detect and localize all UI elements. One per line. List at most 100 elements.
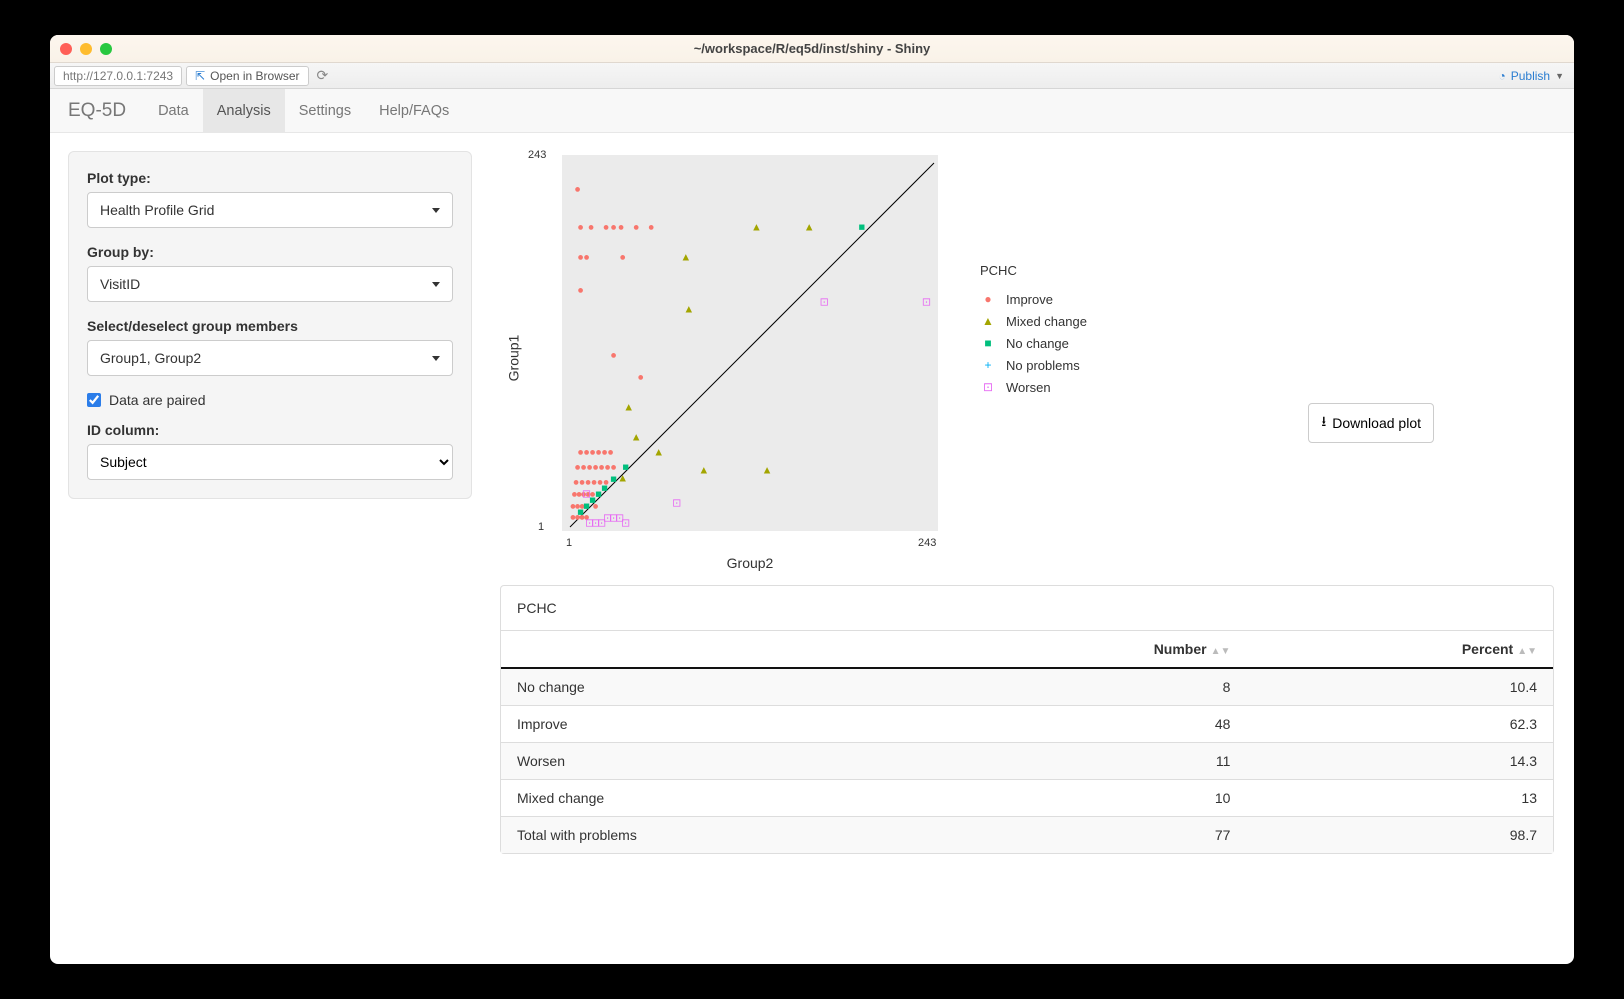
- idcol-group: ID column: Subject: [87, 422, 453, 480]
- publish-icon: ◔: [1498, 69, 1505, 83]
- legend-item: ⊡ Worsen: [980, 376, 1087, 398]
- traffic-lights: [60, 43, 112, 55]
- refresh-icon[interactable]: ⟳: [317, 67, 329, 84]
- row-percent: 13: [1246, 780, 1553, 817]
- data-point: ●: [619, 252, 626, 263]
- plot-panel: ●●●●●●●●●●●●●●●●●●●●●●●●●●●●●●●●●●●●●●●●…: [560, 153, 940, 533]
- table-row: Improve4862.3: [501, 706, 1553, 743]
- table-row: No change810.4: [501, 668, 1553, 706]
- y-tick-min: 1: [538, 521, 544, 533]
- table-row: Worsen1114.3: [501, 743, 1553, 780]
- plot-type-group: Plot type: Health Profile Grid: [87, 170, 453, 228]
- row-number: 11: [935, 743, 1246, 780]
- data-point: ▲: [683, 305, 694, 316]
- row-number: 8: [935, 668, 1246, 706]
- row-label: Total with problems: [501, 817, 935, 854]
- col-percent[interactable]: Percent▲▼: [1246, 631, 1553, 669]
- table-title: PCHC: [501, 586, 1553, 630]
- y-tick-max: 243: [528, 149, 546, 161]
- data-point: ▲: [804, 222, 815, 233]
- data-point: ▲: [623, 403, 634, 414]
- caret-icon: [432, 356, 440, 361]
- table-row: Mixed change1013: [501, 780, 1553, 817]
- maximize-icon[interactable]: [100, 43, 112, 55]
- caret-icon: [432, 208, 440, 213]
- legend-item: ● Improve: [980, 288, 1087, 310]
- data-point: ⊡: [621, 518, 630, 529]
- row-number: 10: [935, 780, 1246, 817]
- legend-label: Worsen: [1006, 380, 1051, 395]
- url-field[interactable]: http://127.0.0.1:7243: [54, 66, 182, 86]
- row-percent: 62.3: [1246, 706, 1553, 743]
- group-by-label: Group by:: [87, 244, 453, 260]
- download-label: Download plot: [1332, 415, 1421, 431]
- table-row: Total with problems7798.7: [501, 817, 1553, 854]
- sort-icon: ▲▼: [1211, 649, 1231, 655]
- paired-label: Data are paired: [109, 392, 206, 408]
- legend-item: ▲Mixed change: [980, 310, 1087, 332]
- data-point: ⊡: [922, 297, 931, 308]
- row-label: Improve: [501, 706, 935, 743]
- data-point: ●: [574, 185, 581, 196]
- data-point: ■: [858, 222, 865, 233]
- browser-toolbar: http://127.0.0.1:7243 ⇱ Open in Browser …: [50, 63, 1574, 89]
- data-point: ●: [588, 222, 595, 233]
- legend-title: PCHC: [980, 263, 1087, 278]
- data-point: ▲: [617, 473, 628, 484]
- open-in-browser-button[interactable]: ⇱ Open in Browser: [186, 66, 308, 86]
- legend-label: No change: [1006, 336, 1069, 351]
- data-point: ●: [618, 222, 625, 233]
- idcol-select[interactable]: Subject: [87, 444, 453, 480]
- legend-swatch-icon: ●: [980, 291, 996, 307]
- row-percent: 14.3: [1246, 743, 1553, 780]
- titlebar: ~/workspace/R/eq5d/inst/shiny - Shiny: [50, 35, 1574, 63]
- app-window: ~/workspace/R/eq5d/inst/shiny - Shiny ht…: [50, 35, 1574, 964]
- col-number[interactable]: Number▲▼: [935, 631, 1246, 669]
- paired-checkbox-row: Data are paired: [87, 392, 453, 408]
- minimize-icon[interactable]: [80, 43, 92, 55]
- data-point: ▲: [751, 222, 762, 233]
- legend-item: ■No change: [980, 332, 1087, 354]
- data-point: ●: [577, 285, 584, 296]
- data-point: ▲: [698, 466, 709, 477]
- data-point: ⊡: [597, 518, 606, 529]
- col-blank[interactable]: [501, 631, 935, 669]
- data-point: ●: [637, 373, 644, 384]
- sort-icon: ▲▼: [1517, 649, 1537, 655]
- sidebar: Plot type: Health Profile Grid Group by:…: [50, 133, 490, 964]
- paired-checkbox[interactable]: [87, 393, 101, 407]
- data-point: ●: [610, 350, 617, 361]
- legend: PCHC ● Improve ▲Mixed change■No change + No …: [980, 263, 1087, 398]
- plot-row: Group1 1 243 1 243 ●●●●●●●●●●●●●●●●●●●●●…: [500, 143, 1554, 573]
- members-value: Group1, Group2: [100, 350, 201, 366]
- data-point: ●: [603, 222, 610, 233]
- data-point: ●: [607, 448, 614, 459]
- tab-settings[interactable]: Settings: [285, 89, 365, 132]
- publish-label: Publish: [1511, 69, 1550, 83]
- data-point: ⊡: [672, 499, 681, 510]
- tab-analysis[interactable]: Analysis: [203, 89, 285, 132]
- legend-swatch-icon: ⊡: [980, 379, 996, 395]
- row-number: 48: [935, 706, 1246, 743]
- group-by-group: Group by: VisitID: [87, 244, 453, 302]
- plot-type-select[interactable]: Health Profile Grid: [87, 192, 453, 228]
- legend-swatch-icon: ▲: [980, 313, 996, 329]
- row-label: Mixed change: [501, 780, 935, 817]
- group-by-select[interactable]: VisitID: [87, 266, 453, 302]
- legend-swatch-icon: +: [980, 357, 996, 373]
- data-point: ●: [610, 222, 617, 233]
- data-point: ⊡: [582, 490, 591, 501]
- y-axis-label: Group1: [505, 335, 521, 382]
- window-title: ~/workspace/R/eq5d/inst/shiny - Shiny: [50, 41, 1574, 56]
- members-select[interactable]: Group1, Group2: [87, 340, 453, 376]
- data-point: ▲: [680, 252, 691, 263]
- publish-button[interactable]: ◔ Publish ▼: [1498, 69, 1564, 83]
- data-point: ■: [610, 475, 617, 486]
- tab-data[interactable]: Data: [144, 89, 203, 132]
- row-label: Worsen: [501, 743, 935, 780]
- close-icon[interactable]: [60, 43, 72, 55]
- legend-label: Improve: [1006, 292, 1053, 307]
- download-plot-button[interactable]: ⭳ Download plot: [1308, 403, 1434, 443]
- controls-panel: Plot type: Health Profile Grid Group by:…: [68, 151, 472, 499]
- tab-help[interactable]: Help/FAQs: [365, 89, 463, 132]
